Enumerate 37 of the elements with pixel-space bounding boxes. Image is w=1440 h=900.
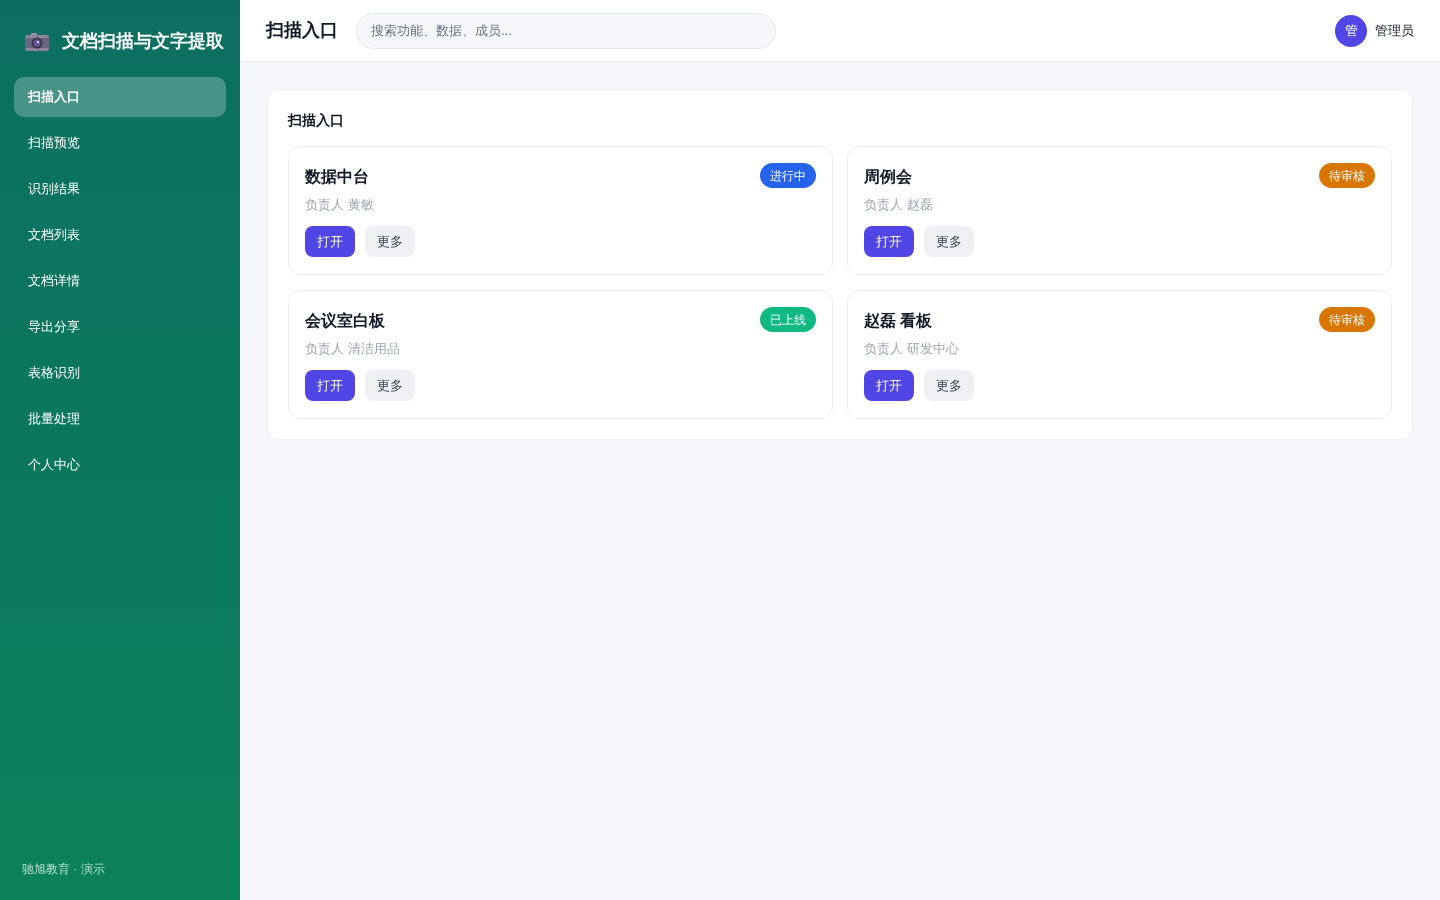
more-button[interactable]: 更多 bbox=[365, 370, 415, 401]
status-badge: 待审核 bbox=[1319, 307, 1375, 332]
panel-title: 扫描入口 bbox=[288, 111, 345, 130]
sidebar-item[interactable]: 扫描入口 bbox=[14, 77, 226, 117]
more-button[interactable]: 更多 bbox=[365, 226, 415, 257]
user-name: 管理员 bbox=[1375, 21, 1414, 40]
sidebar-item[interactable]: 表格识别 bbox=[14, 353, 226, 393]
sidebar-item[interactable]: 文档详情 bbox=[14, 261, 226, 301]
search-field[interactable]: 搜索功能、数据、成员... bbox=[356, 12, 776, 49]
open-button[interactable]: 打开 bbox=[864, 226, 914, 257]
card-owner: 负责人 研发中心 bbox=[864, 341, 959, 356]
card-title: 赵磊 看板 bbox=[864, 311, 933, 331]
sidebar-item[interactable]: 文档列表 bbox=[14, 215, 226, 255]
card-owner: 负责人 清洁用品 bbox=[305, 341, 400, 356]
open-button[interactable]: 打开 bbox=[864, 370, 914, 401]
open-button[interactable]: 打开 bbox=[305, 226, 355, 257]
sidebar-item[interactable]: 识别结果 bbox=[14, 169, 226, 209]
sidebar-item[interactable]: 个人中心 bbox=[14, 445, 226, 485]
brand-title: 文档扫描与文字提取 bbox=[62, 30, 224, 53]
user-avatar[interactable]: 管 bbox=[1335, 14, 1367, 47]
more-button[interactable]: 更多 bbox=[924, 370, 974, 401]
footer-text: 驰旭教育 · 演示 bbox=[22, 862, 105, 876]
card-title: 周例会 bbox=[864, 167, 912, 187]
card-owner: 负责人 黄敏 bbox=[305, 197, 374, 212]
card-title: 会议室白板 bbox=[305, 311, 385, 331]
status-badge: 待审核 bbox=[1319, 163, 1375, 188]
status-badge: 进行中 bbox=[760, 163, 816, 188]
sidebar-item[interactable]: 批量处理 bbox=[14, 399, 226, 439]
status-badge: 已上线 bbox=[760, 307, 816, 332]
page-title: 扫描入口 bbox=[266, 19, 338, 42]
card-title: 数据中台 bbox=[305, 167, 369, 187]
open-button[interactable]: 打开 bbox=[305, 370, 355, 401]
more-button[interactable]: 更多 bbox=[924, 226, 974, 257]
sidebar-item[interactable]: 扫描预览 bbox=[14, 123, 226, 163]
camera-icon bbox=[25, 32, 49, 51]
sidebar-item[interactable]: 导出分享 bbox=[14, 307, 226, 347]
card-owner: 负责人 赵磊 bbox=[864, 197, 933, 212]
